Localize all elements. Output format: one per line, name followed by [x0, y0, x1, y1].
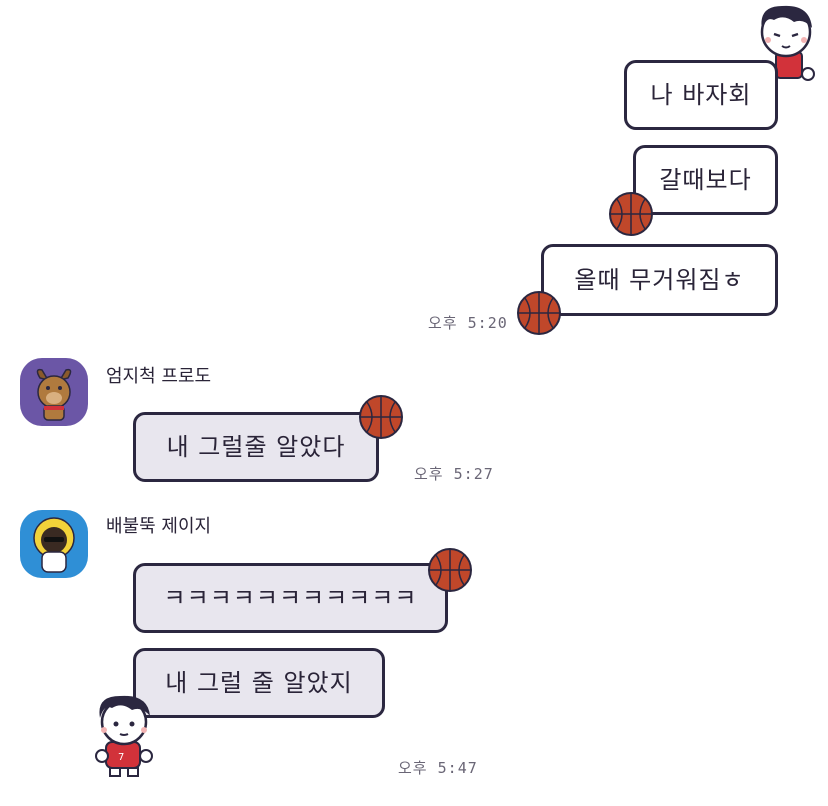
basketball-icon [357, 393, 405, 441]
sender-name: 엄지척 프로도 [106, 366, 212, 387]
incoming-message-bubble[interactable]: 내 그럴 줄 알았지 [133, 648, 385, 718]
message-text: 내 그럴줄 알았다 [166, 433, 346, 461]
incoming-message-bubble[interactable]: 내 그럴줄 알았다 [133, 412, 379, 482]
outgoing-message-bubble[interactable]: 올때 무거워짐ㅎ [541, 244, 778, 316]
sender-name: 배불뚝 제이지 [106, 516, 212, 537]
basketball-icon [426, 546, 474, 594]
incoming-message-bubble[interactable]: ㅋㅋㅋㅋㅋㅋㅋㅋㅋㅋㅋ [133, 563, 448, 633]
message-timestamp: 오후 5:20 [428, 314, 508, 332]
message-timestamp: 오후 5:27 [414, 465, 494, 483]
message-text: 내 그럴 줄 알았지 [165, 669, 353, 697]
basketball-icon [515, 289, 563, 337]
message-text: 갈때보다 [659, 166, 752, 194]
basketball-boy-sticker-icon: 7 [88, 690, 160, 780]
message-text: 나 바자회 [650, 81, 752, 109]
message-text: 올때 무거워짐ㅎ [574, 266, 745, 294]
outgoing-message-bubble[interactable]: 나 바자회 [624, 60, 778, 130]
basketball-icon [607, 190, 655, 238]
message-timestamp: 오후 5:47 [398, 759, 478, 777]
message-text: ㅋㅋㅋㅋㅋㅋㅋㅋㅋㅋㅋ [163, 584, 418, 612]
frodo-avatar[interactable] [20, 358, 88, 426]
svg-text:7: 7 [118, 752, 124, 763]
jayg-avatar[interactable] [20, 510, 88, 578]
